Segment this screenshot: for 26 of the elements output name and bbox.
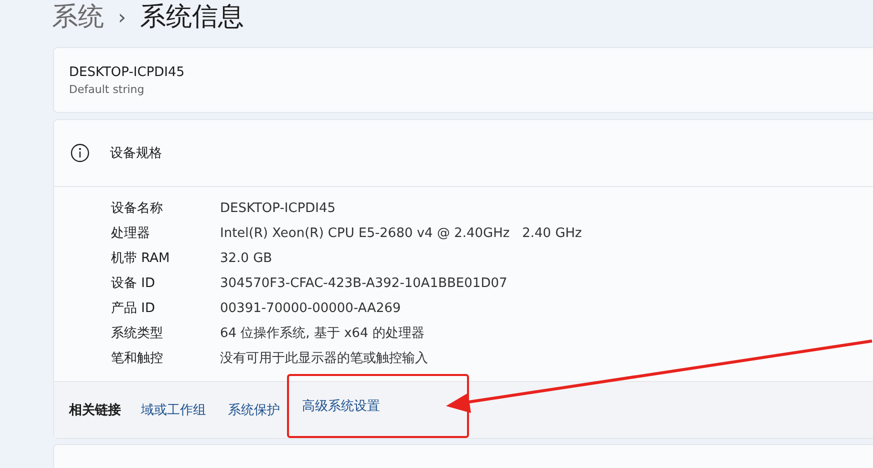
related-link[interactable]: 高级系统设置: [302, 397, 380, 415]
spec-label: 机带 RAM: [111, 250, 171, 268]
spec-value: 没有可用于此显示器的笔或触控输入: [220, 350, 429, 368]
device-name: DESKTOP-ICPDI45: [69, 64, 186, 80]
info-icon: [70, 142, 90, 163]
page-title: 系统信息: [140, 1, 244, 33]
breadcrumb-parent[interactable]: 系统: [52, 1, 104, 33]
spec-label: 设备名称: [111, 200, 164, 218]
spec-label: 笔和触控: [111, 350, 164, 368]
specs-header[interactable]: 设备规格: [54, 120, 873, 187]
specs-title: 设备规格: [110, 144, 162, 162]
spec-value: 32.0 GB: [220, 250, 274, 268]
device-subtitle: Default string: [69, 82, 146, 96]
related-link[interactable]: 域或工作组: [141, 401, 206, 419]
spec-label: 处理器: [111, 224, 151, 243]
spec-value: Intel(R) Xeon(R) CPU E5-2680 v4 @ 2.40GHz 2.40 GHz: [220, 224, 583, 243]
spec-label: 产品 ID: [111, 300, 156, 318]
spec-value: DESKTOP-ICPDI45: [220, 200, 337, 218]
related-link[interactable]: 系统保护: [228, 401, 280, 419]
related-links-title: 相关链接: [69, 402, 121, 419]
breadcrumb-separator: ›: [118, 4, 126, 31]
spec-label: 系统类型: [111, 324, 164, 343]
spec-value: 64 位操作系统, 基于 x64 的处理器: [220, 324, 426, 343]
spec-value: 00391-70000-00000-AA269: [220, 300, 402, 318]
spec-value: 304570F3-CFAC-423B-A392-10A1BBE01D07: [220, 274, 508, 293]
spec-label: 设备 ID: [111, 274, 156, 293]
